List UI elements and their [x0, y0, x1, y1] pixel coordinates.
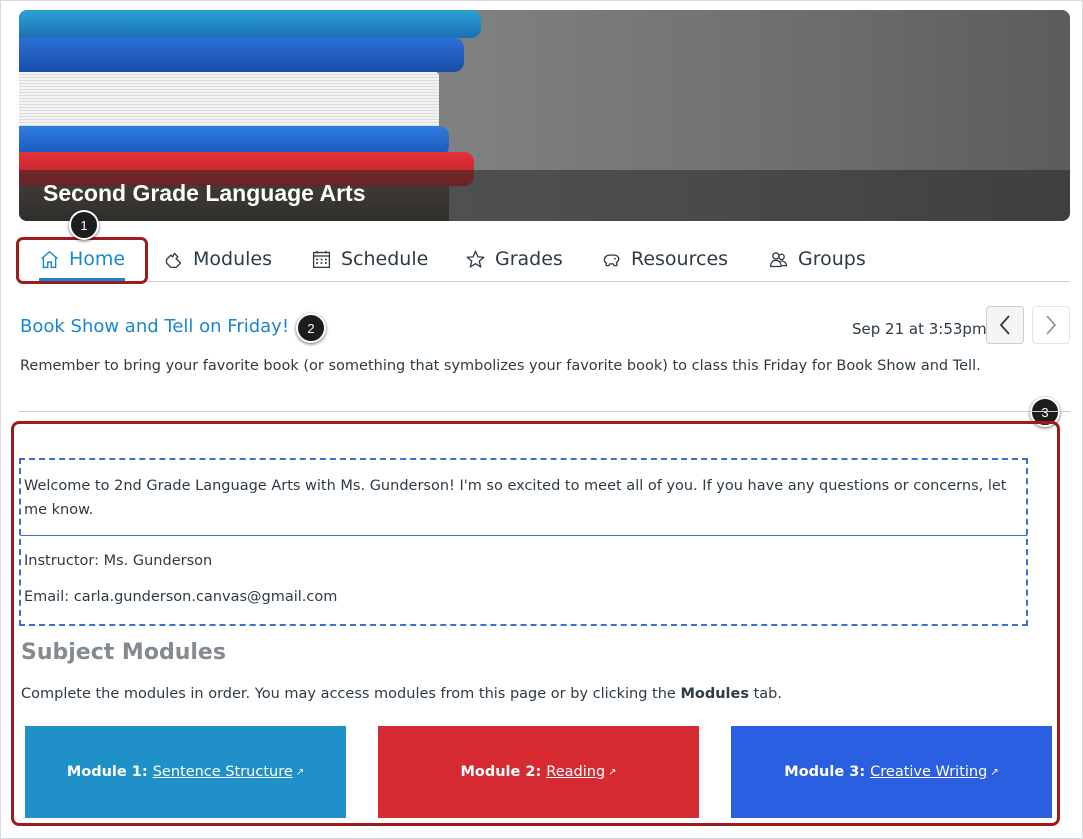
banner-image-book — [19, 10, 481, 38]
next-announcement-button[interactable] — [1032, 306, 1070, 344]
announcement-title-link[interactable]: Book Show and Tell on Friday! — [20, 316, 289, 337]
tab-label: Schedule — [341, 248, 429, 270]
course-tabs: Home Modules Schedule Grades Resources G… — [19, 237, 1070, 282]
module-3-link[interactable]: Creative Writing — [870, 764, 987, 780]
external-link-icon: ↗ — [990, 766, 999, 778]
chevron-left-icon — [999, 315, 1010, 335]
tab-label: Groups — [798, 248, 866, 270]
tab-grades[interactable]: Grades — [465, 237, 563, 281]
module-3-card: Module 3: Creative Writing ↗ — [731, 726, 1052, 818]
welcome-text: Welcome to 2nd Grade Language Arts with … — [24, 478, 1007, 518]
announcement-date: Sep 21 at 3:53pm — [852, 320, 987, 338]
module-1-card: Module 1: Sentence Structure ↗ — [25, 726, 346, 818]
welcome-divider — [20, 535, 1027, 536]
instructor-text: Instructor: Ms. Gunderson — [24, 553, 213, 569]
external-link-icon: ↗ — [295, 766, 305, 778]
tab-groups[interactable]: Groups — [768, 237, 866, 281]
description-text: tab. — [749, 686, 782, 702]
description-bold: Modules — [680, 686, 749, 702]
banner-image-book-pages — [19, 72, 439, 130]
divider — [19, 411, 1070, 412]
callout-marker: 1 — [69, 210, 99, 240]
home-tab-highlight — [16, 237, 148, 284]
banner-image-book — [19, 38, 464, 72]
tab-label: Grades — [495, 248, 563, 270]
resources-icon — [603, 253, 620, 266]
module-number: Module 3: — [784, 764, 866, 780]
external-link-icon: ↗ — [608, 766, 617, 778]
tab-label: Resources — [631, 248, 729, 270]
tab-resources[interactable]: Resources — [601, 237, 728, 281]
tab-schedule[interactable]: Schedule — [311, 237, 428, 281]
module-number: Module 1: — [66, 764, 148, 780]
course-banner: Second Grade Language Arts — [19, 10, 1070, 221]
subject-modules-description: Complete the modules in order. You may a… — [21, 686, 782, 702]
email-text: Email: carla.gunderson.canvas@gmail.com — [24, 589, 338, 605]
subject-modules-heading: Subject Modules — [21, 640, 226, 665]
module-number: Module 2: — [460, 764, 542, 780]
course-title: Second Grade Language Arts — [43, 180, 366, 206]
description-text: Complete the modules in order. You may a… — [21, 686, 681, 702]
tab-label: Modules — [193, 248, 272, 270]
tab-modules[interactable]: Modules — [163, 237, 272, 281]
announcement-body: Remember to bring your favorite book (or… — [20, 358, 981, 374]
groups-icon — [769, 251, 788, 267]
star-icon — [466, 250, 485, 268]
module-2-card: Module 2: Reading ↗ — [378, 726, 699, 818]
callout-marker: 2 — [296, 313, 326, 343]
modules-icon — [165, 252, 182, 268]
previous-announcement-button[interactable] — [986, 306, 1024, 344]
calendar-icon — [312, 250, 331, 268]
module-1-link[interactable]: Sentence Structure — [153, 764, 293, 780]
module-2-link[interactable]: Reading — [546, 764, 605, 780]
chevron-right-icon — [1046, 315, 1057, 335]
